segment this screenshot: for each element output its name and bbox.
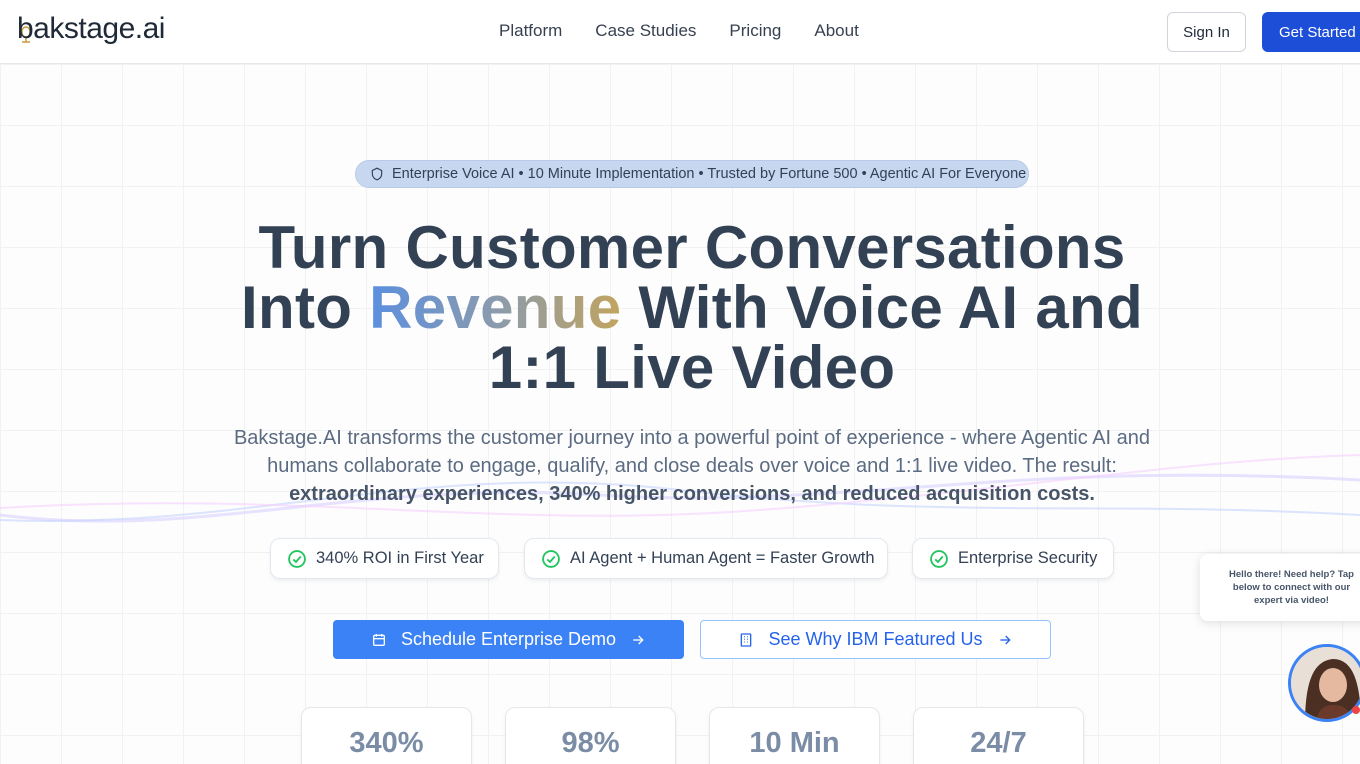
nav-link-about[interactable]: About [814, 21, 858, 41]
arrow-right-icon [999, 635, 1011, 644]
nav-link-case-studies[interactable]: Case Studies [595, 21, 696, 41]
brand-logo[interactable]: bakstage.ai [17, 12, 165, 46]
chat-prompt-text: Hello there! Need help? Tap below to con… [1229, 569, 1354, 606]
feature-pill-agents: AI Agent + Human Agent = Faster Growth [524, 538, 888, 579]
check-circle-icon [542, 549, 560, 568]
nav-link-platform[interactable]: Platform [499, 21, 562, 41]
headline-line-1: Turn Customer Conversations [258, 214, 1126, 281]
feature-label: Enterprise Security [958, 549, 1098, 567]
stat-value: 98% [561, 727, 620, 759]
schedule-demo-label: Schedule Enterprise Demo [400, 629, 617, 649]
building-icon [741, 632, 752, 647]
hero-badge: Enterprise Voice AI • 10 Minute Implemen… [355, 160, 1029, 188]
stat-value: 340% [349, 727, 424, 759]
headline-into: Into [241, 274, 370, 341]
feature-label: 340% ROI in First Year [316, 549, 484, 567]
stat-card-implementation: 10 Min [709, 707, 880, 764]
nav-link-pricing[interactable]: Pricing [729, 21, 781, 41]
stat-value: 24/7 [970, 727, 1027, 759]
hero-headline: Turn Customer Conversations Into Revenue… [180, 218, 1204, 398]
main-nav: Platform Case Studies Pricing About [499, 21, 859, 41]
chat-prompt-bubble[interactable]: Hello there! Need help? Tap below to con… [1200, 554, 1360, 621]
ibm-featured-label: See Why IBM Featured Us [768, 629, 983, 649]
arrow-right-icon [633, 635, 644, 644]
get-started-button[interactable]: Get Started [1262, 12, 1360, 52]
live-indicator-dot [1352, 706, 1360, 714]
feature-pill-security: Enterprise Security [912, 538, 1114, 579]
video-chat-avatar[interactable] [1288, 644, 1360, 722]
headline-line-3: 1:1 Live Video [488, 334, 896, 401]
sign-in-button[interactable]: Sign In [1167, 12, 1246, 52]
stat-card-availability: 24/7 [913, 707, 1084, 764]
check-circle-icon [288, 549, 306, 568]
hero-subtext-body: Bakstage.AI transforms the customer jour… [233, 427, 1151, 477]
feature-label: AI Agent + Human Agent = Faster Growth [570, 549, 875, 567]
schedule-demo-button[interactable]: Schedule Enterprise Demo [333, 620, 684, 659]
feature-pill-roi: 340% ROI in First Year [270, 538, 499, 579]
check-circle-icon [930, 549, 948, 568]
hero-badge-text: Enterprise Voice AI • 10 Minute Implemen… [392, 166, 1027, 182]
headline-highlight: Revenue [369, 274, 622, 341]
calendar-icon [372, 633, 385, 646]
hero-subtext-emphasis: extraordinary experiences, 340% higher c… [289, 483, 1095, 505]
agent-avatar-image [1291, 647, 1360, 719]
shield-icon [371, 167, 383, 181]
hero-subtext: Bakstage.AI transforms the customer jour… [222, 424, 1162, 508]
top-navbar: bakstage.ai Platform Case Studies Pricin… [0, 0, 1360, 64]
stat-value: 10 Min [749, 727, 840, 759]
stat-card-satisfaction: 98% [505, 707, 676, 764]
stat-card-roi: 340% [301, 707, 472, 764]
headline-rest: With Voice AI and [621, 274, 1143, 341]
ibm-featured-button[interactable]: See Why IBM Featured Us [700, 620, 1051, 659]
